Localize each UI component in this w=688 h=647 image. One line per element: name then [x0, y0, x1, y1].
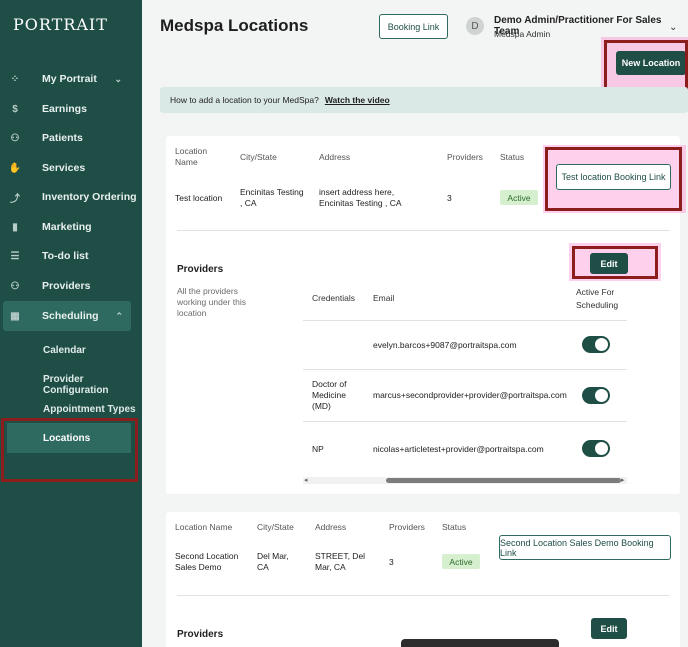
providers-section-title: Providers	[177, 264, 224, 275]
watch-video-link[interactable]: Watch the video	[325, 95, 390, 105]
sidebar-subitem-provider-configuration[interactable]: Provider Configuration	[43, 374, 142, 396]
column-header-location-name: Location Name	[175, 146, 208, 167]
provider-credentials: NP	[312, 444, 324, 454]
calendar-icon: ▦	[10, 310, 20, 322]
sidebar: PORTRAIT ⁘ My Portrait ⌄ $ Earnings ⚇ Pa…	[0, 0, 142, 647]
portrait-logo: PORTRAIT	[13, 15, 108, 34]
sidebar-item-label: Scheduling	[42, 310, 99, 322]
sidebar-item-label: Patients	[42, 132, 83, 144]
location-name: Second Location Sales Demo	[175, 551, 239, 572]
column-header-email: Email	[373, 293, 395, 303]
sidebar-item-label: Marketing	[42, 221, 92, 233]
sidebar-item-todo[interactable]: ☰ To-do list	[0, 241, 142, 271]
providers-icon: ⚇	[10, 280, 20, 292]
column-header-location-name: Location Name	[175, 522, 233, 532]
provider-email: evelyn.barcos+9087@portraitspa.com	[373, 340, 517, 350]
sidebar-item-label: Providers	[42, 280, 91, 292]
divider	[177, 230, 670, 231]
booking-link-button[interactable]: Booking Link	[379, 14, 448, 39]
sidebar-item-providers[interactable]: ⚇ Providers	[0, 271, 142, 301]
divider	[177, 595, 670, 596]
my-portrait-icon: ⁘	[10, 73, 20, 85]
info-banner-text: How to add a location to your MedSpa?	[170, 95, 319, 105]
providers-section-title: Providers	[177, 629, 224, 640]
sidebar-item-scheduling[interactable]: ▦ Scheduling ⌃	[3, 301, 131, 331]
location-providers-count: 3	[389, 557, 394, 567]
sidebar-item-label: Inventory Ordering	[42, 191, 137, 203]
chevron-down-icon: ⌄	[114, 73, 122, 84]
services-icon: ✋	[8, 162, 22, 174]
chevron-down-icon[interactable]: ⌄	[669, 22, 677, 33]
sidebar-item-label: Earnings	[42, 103, 87, 115]
status-badge: Active	[442, 554, 480, 569]
marketing-icon: ▮	[12, 221, 18, 233]
column-header-city-state: City/State	[257, 522, 294, 532]
location-booking-link-button[interactable]: Second Location Sales Demo Booking Link	[499, 535, 671, 560]
provider-email: nicolas+articletest+provider@portraitspa…	[373, 444, 544, 454]
sidebar-item-patients[interactable]: ⚇ Patients	[0, 123, 142, 153]
scroll-left-icon[interactable]: ◂	[304, 476, 308, 484]
column-header-address: Address	[315, 522, 347, 532]
scroll-right-icon[interactable]: ▸	[621, 476, 625, 484]
column-header-address: Address	[319, 152, 351, 162]
info-banner: How to add a location to your MedSpa? Wa…	[160, 87, 688, 113]
table-row-divider	[303, 320, 627, 321]
table-row-divider	[303, 421, 627, 422]
provider-credentials: Doctor of Medicine (MD)	[312, 379, 347, 411]
floating-toolbar	[401, 639, 559, 647]
highlight-box-edit	[572, 246, 658, 279]
location-name: Test location	[175, 193, 223, 203]
sidebar-subitem-calendar[interactable]: Calendar	[43, 345, 86, 356]
highlight-box-new-location	[604, 40, 688, 92]
avatar[interactable]: D	[466, 17, 484, 35]
page-title: Medspa Locations	[160, 16, 309, 35]
sidebar-item-label: My Portrait	[42, 73, 97, 85]
column-header-credentials: Credentials	[312, 293, 355, 303]
sidebar-subitem-appointment-types[interactable]: Appointment Types	[43, 404, 136, 415]
column-header-status: Status	[500, 152, 525, 162]
location-city: Del Mar, CA	[257, 551, 289, 572]
status-badge: Active	[500, 190, 538, 205]
sidebar-item-my-portrait[interactable]: ⁘ My Portrait ⌄	[0, 64, 142, 94]
edit-providers-button[interactable]: Edit	[591, 618, 627, 639]
location-address: insert address here, Encinitas Testing ,…	[319, 187, 402, 208]
chevron-up-icon: ⌃	[115, 310, 123, 321]
active-scheduling-toggle[interactable]	[582, 336, 610, 353]
providers-section-description: All the providers working under this loc…	[177, 286, 246, 318]
column-header-active-scheduling: Active For Scheduling	[576, 287, 619, 310]
inventory-icon: ⤴	[10, 193, 20, 205]
highlight-box-booking-link	[545, 147, 682, 211]
sidebar-item-earnings[interactable]: $ Earnings	[0, 94, 142, 124]
sidebar-item-marketing[interactable]: ▮ Marketing	[0, 212, 142, 242]
horizontal-scrollbar-thumb[interactable]	[386, 478, 621, 483]
todo-icon: ☰	[10, 250, 20, 262]
column-header-providers: Providers	[447, 152, 483, 162]
column-header-city-state: City/State	[240, 152, 277, 162]
location-providers-count: 3	[447, 193, 452, 203]
user-role: Medspa Admin	[494, 29, 551, 39]
sidebar-item-services[interactable]: ✋ Services	[0, 153, 142, 183]
highlight-box-locations	[1, 418, 138, 482]
location-address: STREET, Del Mar, CA	[315, 551, 366, 572]
location-city: Encinitas Testing , CA	[240, 187, 304, 208]
provider-email: marcus+secondprovider+provider@portraits…	[373, 390, 567, 400]
patients-icon: ⚇	[10, 132, 20, 144]
sidebar-item-inventory-ordering[interactable]: ⤴ Inventory Ordering	[0, 182, 142, 212]
column-header-status: Status	[442, 522, 467, 532]
sidebar-item-label: Services	[42, 162, 86, 174]
active-scheduling-toggle[interactable]	[582, 387, 610, 404]
sidebar-item-label: To-do list	[42, 250, 89, 262]
column-header-providers: Providers	[389, 522, 425, 532]
dollar-icon: $	[12, 103, 18, 115]
table-row-divider	[303, 369, 627, 370]
active-scheduling-toggle[interactable]	[582, 440, 610, 457]
